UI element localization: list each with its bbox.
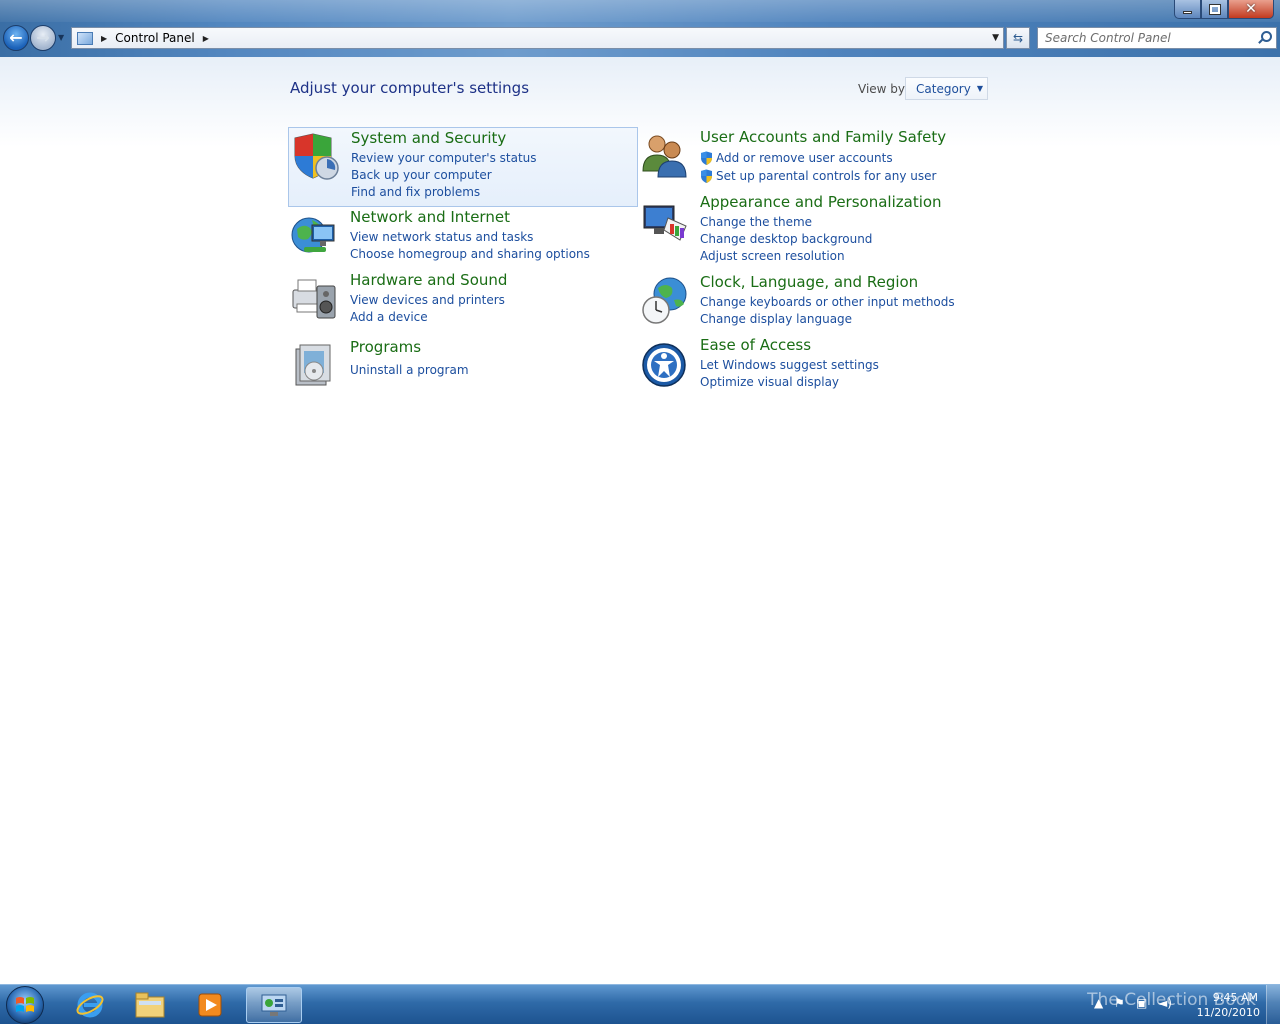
view-by-value: Category [916,81,971,96]
uac-shield-icon [701,151,712,165]
link-add-remove-accounts[interactable]: Add or remove user accounts [700,149,936,167]
system-tray: The Collection Book ▲ ⚑ ▣ ◄) 9:45 AM 11/… [990,985,1280,1025]
refresh-icon: ⇆ [1012,31,1024,45]
action-center-flag-icon[interactable]: ⚑ [1114,996,1125,1010]
category-title[interactable]: Ease of Access [700,336,811,354]
link-optimize-visual[interactable]: Optimize visual display [700,374,879,391]
windows-explorer-button[interactable] [122,987,178,1023]
minimize-button[interactable] [1174,0,1201,19]
page-title: Adjust your computer's settings [290,79,530,97]
link-parental-controls[interactable]: Set up parental controls for any user [700,167,936,185]
category-title[interactable]: System and Security [351,129,506,147]
control-panel-icon [261,994,287,1016]
network-globe-icon [291,217,335,253]
show-desktop-button[interactable] [1266,985,1280,1025]
link-screen-resolution[interactable]: Adjust screen resolution [700,248,872,265]
category-title[interactable]: Appearance and Personalization [700,193,942,211]
link-display-language[interactable]: Change display language [700,311,955,328]
clock-time[interactable]: 9:45 AM [1213,991,1258,1004]
breadcrumb-control-panel[interactable]: Control Panel [115,31,195,45]
windows-logo-icon [16,997,34,1012]
view-by-dropdown[interactable]: Category ▼ [905,77,988,100]
back-button[interactable]: ← [3,25,29,51]
taskbar: The Collection Book ▲ ⚑ ▣ ◄) 9:45 AM 11/… [0,984,1280,1025]
restore-button[interactable] [1201,0,1228,19]
control-panel-small-icon [77,31,93,45]
forward-arrow-icon: → [36,28,50,47]
link-devices-printers[interactable]: View devices and printers [350,292,505,309]
link-back-up[interactable]: Back up your computer [351,167,537,184]
back-arrow-icon: ← [9,28,23,47]
restore-icon [1208,3,1221,15]
category-title[interactable]: Hardware and Sound [350,271,507,289]
category-ease-of-access[interactable]: Ease of Access Let Windows suggest setti… [638,335,988,415]
category-title[interactable]: User Accounts and Family Safety [700,128,946,146]
link-keyboards-input[interactable]: Change keyboards or other input methods [700,294,955,311]
minimize-icon [1183,10,1192,14]
internet-explorer-icon [76,992,104,1018]
category-title[interactable]: Clock, Language, and Region [700,273,918,291]
category-title[interactable]: Network and Internet [350,208,510,226]
link-homegroup-sharing[interactable]: Choose homegroup and sharing options [350,246,590,263]
category-programs[interactable]: Programs Uninstall a program [288,337,638,417]
internet-explorer-button[interactable] [62,987,118,1023]
window-chrome: ✕ ← → ▼ ▶ Control Panel ▶ ▼ ⇆ [0,0,1280,57]
category-system-security[interactable]: System and Security Review your computer… [288,127,638,207]
content-area: Adjust your computer's settings View by:… [0,57,1280,984]
clock-date[interactable]: 11/20/2010 [1197,1006,1260,1019]
search-box[interactable] [1037,27,1277,49]
uac-shield-icon [701,169,712,183]
breadcrumb-arrow-icon[interactable]: ▶ [101,34,107,43]
media-player-icon [198,993,222,1017]
control-panel-task-button[interactable] [246,987,302,1023]
recent-pages-dropdown-icon[interactable]: ▼ [58,33,64,42]
search-icon[interactable] [1255,29,1273,47]
search-input[interactable] [1038,28,1255,48]
printer-speaker-icon [292,279,336,319]
link-review-status[interactable]: Review your computer's status [351,150,537,167]
close-icon: ✕ [1245,1,1257,17]
link-change-theme[interactable]: Change the theme [700,214,872,231]
link-uninstall-program[interactable]: Uninstall a program [350,362,469,379]
show-hidden-icons-icon[interactable]: ▲ [1094,996,1103,1010]
link-label: Set up parental controls for any user [716,169,937,183]
address-bar[interactable]: ▶ Control Panel ▶ ▼ [71,27,1004,49]
network-icon[interactable]: ▣ [1136,996,1147,1010]
refresh-button[interactable]: ⇆ [1006,27,1030,49]
volume-icon[interactable]: ◄) [1158,996,1172,1010]
view-by-label: View by: [858,82,909,96]
programs-icon [295,344,331,386]
shield-icon [294,133,339,180]
chevron-down-icon: ▼ [976,84,983,93]
ease-of-access-icon [642,343,686,387]
link-network-status[interactable]: View network status and tasks [350,229,590,246]
link-label: Add or remove user accounts [716,151,893,165]
forward-button[interactable]: → [30,25,56,51]
close-button[interactable]: ✕ [1228,0,1274,19]
breadcrumb-arrow-icon[interactable]: ▶ [203,34,209,43]
start-button[interactable] [6,986,44,1024]
windows-explorer-icon [135,992,165,1018]
users-icon [642,135,687,178]
monitor-palette-icon [643,205,687,241]
address-dropdown-icon[interactable]: ▼ [992,33,999,43]
link-add-device[interactable]: Add a device [350,309,505,326]
link-desktop-background[interactable]: Change desktop background [700,231,872,248]
window-controls: ✕ [1174,0,1274,19]
category-appearance[interactable]: Appearance and Personalization Change th… [638,192,988,272]
link-windows-suggest[interactable]: Let Windows suggest settings [700,357,879,374]
media-player-button[interactable] [182,987,238,1023]
link-find-fix-problems[interactable]: Find and fix problems [351,184,537,201]
control-panel-window: ✕ ← → ▼ ▶ Control Panel ▶ ▼ ⇆ Adjust you… [0,0,1280,984]
category-title[interactable]: Programs [350,338,421,356]
clock-globe-icon [642,277,687,324]
